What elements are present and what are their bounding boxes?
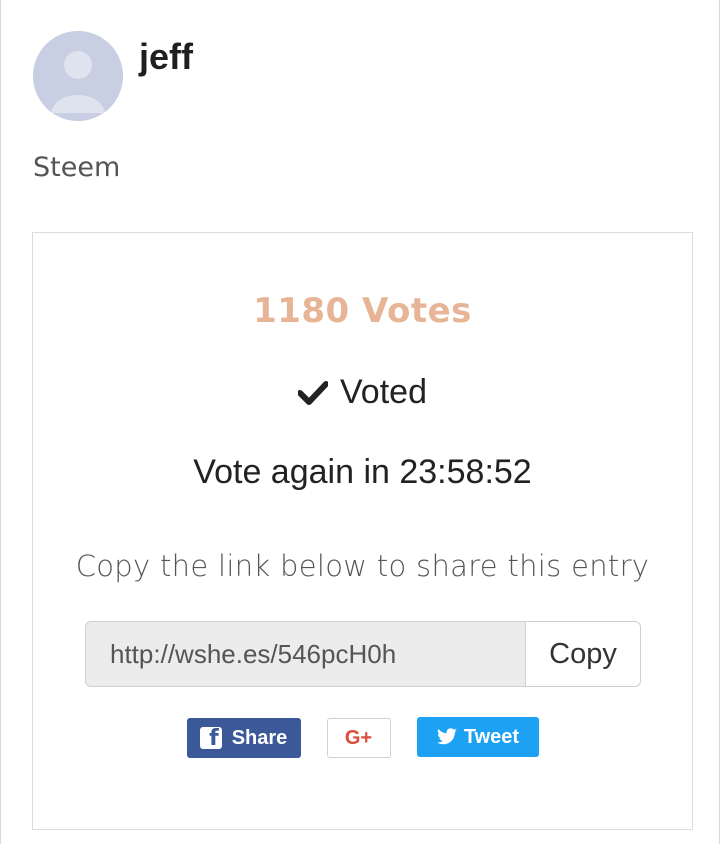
profile-header: jeff: [33, 30, 193, 122]
tweet-label: Tweet: [463, 725, 520, 748]
voted-status: Voted: [33, 373, 692, 412]
social-share-buttons: f Share G+ Tweet: [33, 717, 692, 758]
share-link-input[interactable]: [85, 621, 525, 687]
vote-card: 1180 Votes Voted Vote again in 23:58:52 …: [32, 232, 693, 830]
avatar[interactable]: [33, 31, 123, 121]
twitter-tweet-button[interactable]: Tweet: [416, 717, 539, 757]
twitter-bird-icon: [436, 728, 457, 745]
username[interactable]: jeff: [139, 36, 193, 78]
vote-count: 1180 Votes: [253, 291, 472, 331]
share-link-row: Copy: [85, 621, 641, 687]
category-label: Steem: [33, 152, 121, 183]
facebook-share-label: Share: [231, 726, 288, 749]
share-prompt: Copy the link below to share this entry: [75, 549, 650, 583]
entry-page: jeff Steem 1180 Votes Voted Vote again i…: [0, 0, 720, 844]
gplus-label: G+: [344, 726, 373, 749]
checkmark-icon: [298, 380, 328, 405]
vote-again-timer: Vote again in 23:58:52: [193, 453, 532, 491]
facebook-icon: f: [199, 727, 222, 749]
user-avatar-icon: [33, 31, 123, 121]
voted-label: Voted: [340, 373, 427, 411]
copy-button[interactable]: Copy: [525, 621, 641, 687]
gplus-share-button[interactable]: G+: [326, 718, 391, 758]
facebook-share-button[interactable]: f Share: [186, 718, 301, 758]
